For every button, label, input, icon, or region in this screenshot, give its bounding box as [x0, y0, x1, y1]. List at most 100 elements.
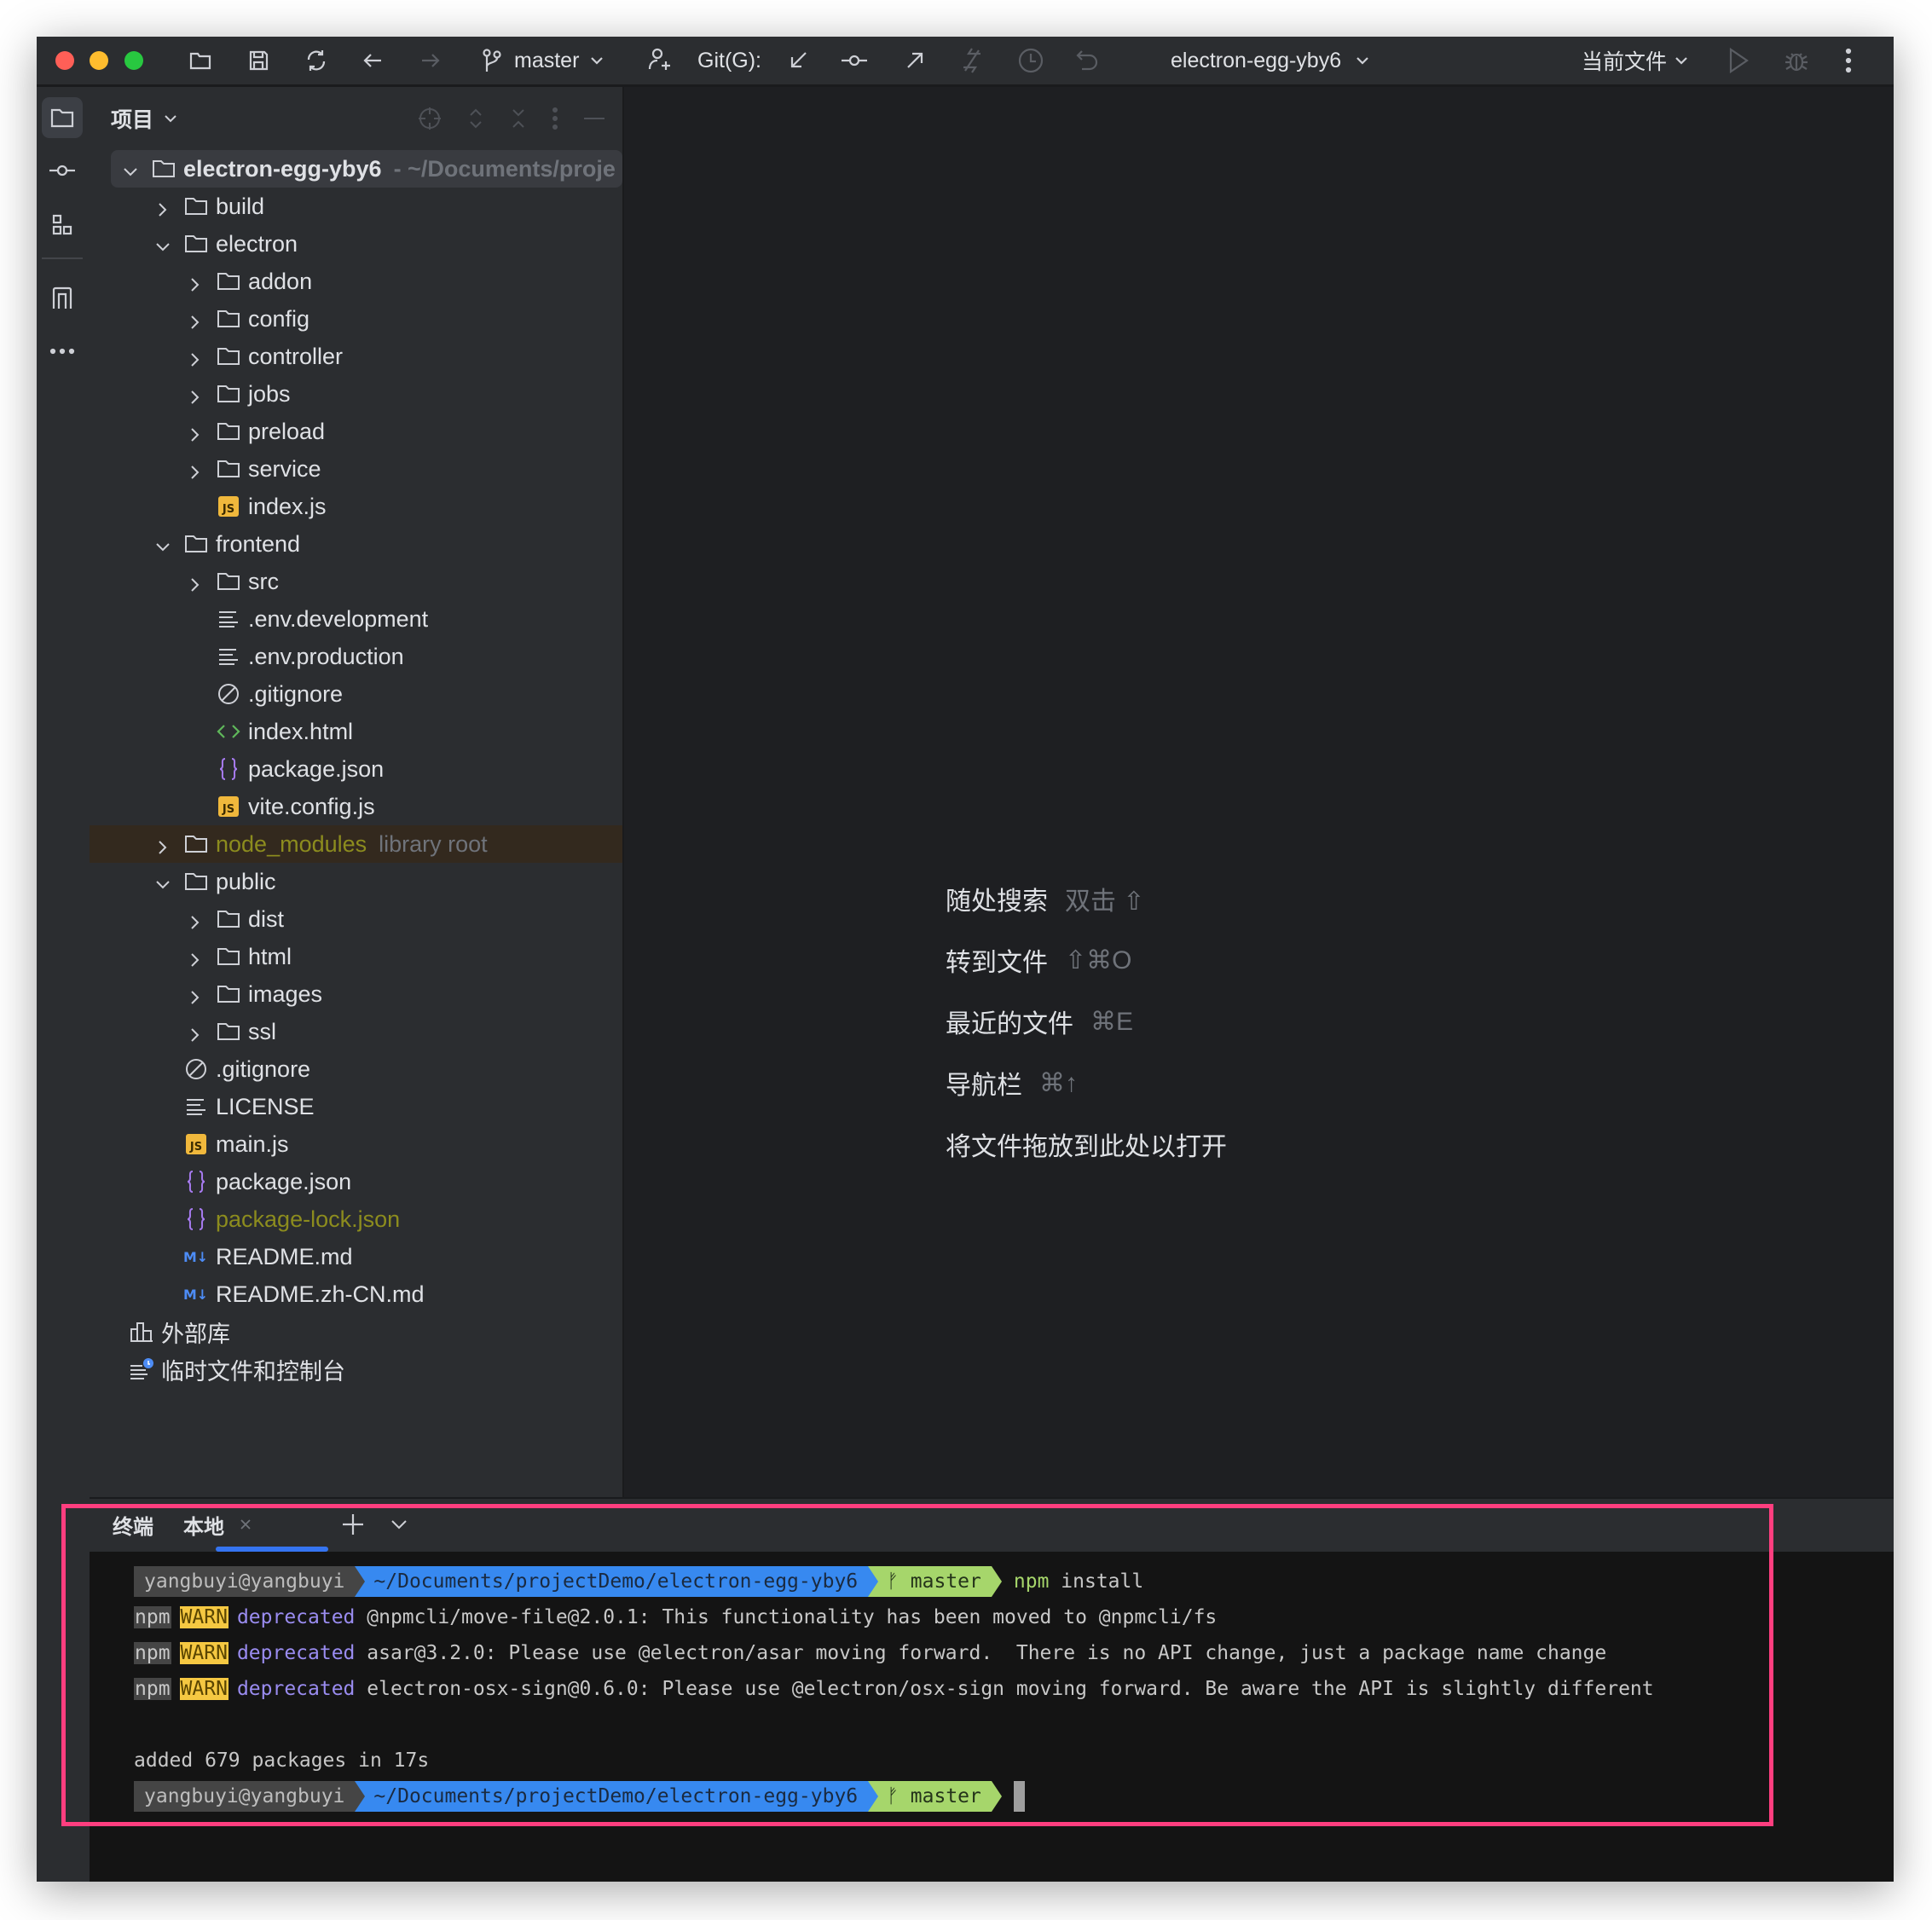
expand-all-icon[interactable] — [467, 107, 484, 130]
chevron-right-icon[interactable] — [187, 986, 204, 1004]
history-icon[interactable] — [1017, 37, 1044, 84]
chevron-right-icon[interactable] — [187, 273, 204, 292]
tree-folder[interactable]: images — [90, 975, 622, 1013]
locate-icon[interactable] — [418, 107, 442, 130]
warning-line: npm WARN deprecated asar@3.2.0: Please use… — [134, 1638, 1606, 1668]
tree-file[interactable]: index.html — [90, 713, 622, 750]
chevron-down-icon[interactable] — [154, 235, 171, 252]
editor-hint: 转到文件 ⇧⌘O — [946, 941, 1131, 979]
tree-folder[interactable]: preload — [90, 413, 622, 450]
chevron-right-icon[interactable] — [187, 1023, 204, 1042]
tree-file[interactable]: package.json — [90, 750, 622, 788]
minimize-window-button[interactable] — [90, 51, 108, 70]
chevron-down-icon[interactable] — [122, 160, 139, 177]
tree-file[interactable]: .gitignore — [90, 1050, 622, 1088]
tree-folder[interactable]: html — [90, 938, 622, 975]
tree-folder[interactable]: node_modules library root — [90, 825, 622, 863]
command: npm install — [1014, 1570, 1143, 1593]
folder-icon — [216, 906, 241, 932]
more-tools-icon[interactable] — [42, 331, 83, 372]
debug-bug-icon[interactable] — [1783, 37, 1810, 84]
tree-file[interactable]: JS main.js — [90, 1125, 622, 1163]
tree-folder[interactable]: src — [90, 563, 622, 600]
project-selector[interactable]: electron-egg-yby6 — [1171, 37, 1370, 84]
sync-icon[interactable] — [304, 37, 329, 84]
tree-item-label: vite.config.js — [248, 793, 375, 819]
tree-folder[interactable]: service — [90, 450, 622, 488]
open-folder-icon[interactable] — [188, 37, 212, 84]
tree-folder[interactable]: electron-egg-yby6- ~/Documents/proje — [111, 150, 622, 188]
chevron-right-icon[interactable] — [187, 911, 204, 929]
tree-folder[interactable]: ssl — [90, 1013, 622, 1050]
tree-folder[interactable]: controller — [90, 338, 622, 375]
tree-file[interactable]: package.json — [90, 1163, 622, 1200]
chevron-down-icon[interactable] — [390, 1518, 408, 1531]
branch-selector[interactable]: master — [480, 37, 604, 84]
git-update-icon[interactable] — [787, 37, 811, 84]
tree-file[interactable]: .gitignore — [90, 675, 622, 713]
tree-folder[interactable]: addon — [90, 263, 622, 300]
tree-folder[interactable]: electron — [90, 225, 622, 263]
tree-file[interactable]: M↓ README.zh-CN.md — [90, 1275, 622, 1313]
tree-folder[interactable]: config — [90, 300, 622, 338]
tree-item-label: package.json — [248, 755, 385, 782]
hide-panel-icon[interactable] — [583, 107, 605, 130]
maximize-window-button[interactable] — [124, 51, 143, 70]
tree-file[interactable]: package-lock.json — [90, 1200, 622, 1238]
chevron-right-icon[interactable] — [154, 836, 171, 854]
chevron-right-icon[interactable] — [187, 460, 204, 479]
chevron-right-icon[interactable] — [187, 423, 204, 442]
tree-file[interactable]: LICENSE — [90, 1088, 622, 1125]
git-commit-icon[interactable] — [840, 37, 869, 84]
tree-file[interactable]: JS vite.config.js — [90, 788, 622, 825]
tree-file[interactable]: JS index.js — [90, 488, 622, 525]
save-icon[interactable] — [246, 37, 270, 84]
structure-tool-icon[interactable] — [42, 205, 83, 246]
tree-folder[interactable]: build — [90, 188, 622, 225]
back-arrow-icon[interactable] — [361, 37, 385, 84]
forward-arrow-icon[interactable] — [419, 37, 443, 84]
tree-folder[interactable]: frontend — [90, 525, 622, 563]
project-tool-icon[interactable] — [42, 97, 83, 138]
project-view-selector[interactable]: 项目 — [111, 99, 179, 138]
chevron-right-icon[interactable] — [187, 385, 204, 404]
close-tab-icon[interactable] — [240, 1518, 252, 1530]
chevron-right-icon[interactable] — [187, 573, 204, 592]
bookmarks-tool-icon[interactable] — [42, 278, 83, 319]
git-merge-icon[interactable] — [960, 37, 984, 84]
chevron-right-icon[interactable] — [187, 310, 204, 329]
options-icon[interactable] — [552, 107, 558, 130]
tree-folder[interactable]: jobs — [90, 375, 622, 413]
hint-shortcut: ⌘↑ — [1039, 1068, 1078, 1097]
chevron-right-icon[interactable] — [154, 198, 171, 217]
close-window-button[interactable] — [55, 51, 74, 70]
add-user-icon[interactable] — [646, 37, 672, 84]
commit-tool-icon[interactable] — [42, 150, 83, 191]
new-tab-plus-icon[interactable] — [341, 1512, 365, 1536]
editor-hint: 随处搜索 双击 ⇧ — [946, 880, 1144, 917]
collapse-all-icon[interactable] — [510, 107, 527, 130]
folder-icon — [216, 306, 241, 332]
run-icon[interactable] — [1727, 37, 1750, 84]
chevron-right-icon[interactable] — [187, 348, 204, 367]
terminal-tab-local[interactable]: 本地 — [183, 1499, 252, 1550]
git-push-icon[interactable] — [903, 37, 927, 84]
tree-item-label: README.md — [216, 1243, 353, 1269]
tree-file[interactable]: M↓ README.md — [90, 1238, 622, 1275]
more-options-icon[interactable] — [1844, 37, 1853, 84]
tree-folder[interactable]: dist — [90, 900, 622, 938]
chevron-down-icon[interactable] — [154, 535, 171, 552]
rollback-icon[interactable] — [1075, 37, 1099, 84]
tree-item-label: .gitignore — [216, 1055, 311, 1082]
tree-file[interactable]: 临时文件和控制台 — [90, 1350, 622, 1388]
tree-folder[interactable]: public — [90, 863, 622, 900]
tree-file[interactable]: .env.development — [90, 600, 622, 638]
tree-item-label: html — [248, 943, 292, 969]
tree-file[interactable]: 外部库 — [90, 1313, 622, 1350]
tree-file[interactable]: .env.production — [90, 638, 622, 675]
npm-label: npm — [134, 1678, 171, 1700]
chevron-right-icon[interactable] — [187, 948, 204, 967]
deprecated-tag: deprecated — [236, 1606, 356, 1628]
chevron-down-icon[interactable] — [154, 873, 171, 890]
run-config-selector[interactable]: 当前文件 — [1582, 37, 1689, 84]
